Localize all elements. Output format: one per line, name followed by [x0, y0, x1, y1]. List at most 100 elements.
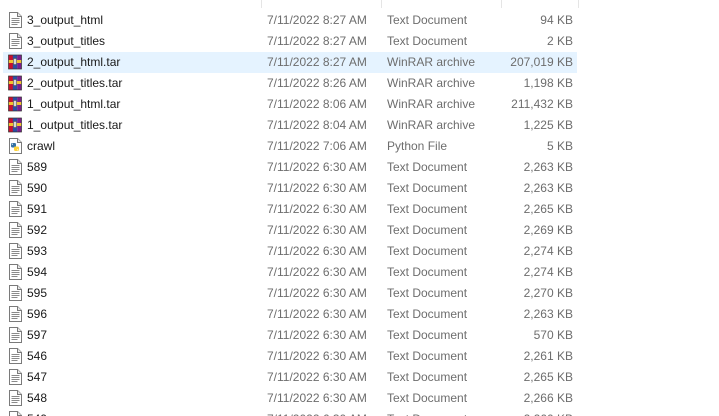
file-row[interactable]: 590 7/11/2022 6:30 AM Text Document 2,263 K…: [0, 178, 719, 199]
text-document-icon: [8, 201, 22, 217]
file-row[interactable]: 2_output_html.tar 7/11/2022 8:27 AM WinRAR…: [0, 52, 719, 73]
file-date-modified: 7/11/2022 6:30 AM: [267, 409, 367, 416]
file-type: Text Document: [387, 244, 468, 258]
file-type: WinRAR archive: [387, 55, 476, 69]
file-size: 211,432 KB: [511, 97, 573, 111]
file-name[interactable]: 589: [27, 157, 47, 178]
file-date-modified: 7/11/2022 8:04 AM: [267, 118, 367, 132]
text-document-icon: [8, 222, 22, 238]
file-row[interactable]: crawl 7/11/2022 7:06 AM Python File 5 KB: [0, 136, 719, 157]
file-type: Text Document: [387, 370, 468, 384]
file-row[interactable]: 3_output_html 7/11/2022 8:27 AM Text Docum…: [0, 10, 719, 31]
file-type: Text Document: [387, 160, 468, 174]
file-name[interactable]: 594: [27, 262, 47, 283]
file-type: Python File: [387, 139, 448, 153]
file-type: Text Document: [387, 349, 468, 363]
file-row[interactable]: 548 7/11/2022 6:30 AM Text Document 2,266 K…: [0, 388, 719, 409]
file-size: 2,274 KB: [523, 244, 573, 258]
file-type: Text Document: [387, 307, 468, 321]
file-date-modified: 7/11/2022 6:30 AM: [267, 265, 367, 279]
file-name[interactable]: 590: [27, 178, 47, 199]
file-date-modified: 7/11/2022 6:30 AM: [267, 223, 367, 237]
column-divider[interactable]: [381, 0, 382, 8]
file-row[interactable]: 592 7/11/2022 6:30 AM Text Document 2,269 K…: [0, 220, 719, 241]
file-row[interactable]: 1_output_html.tar 7/11/2022 8:06 AM WinRAR…: [0, 94, 719, 115]
winrar-archive-icon: [8, 54, 22, 70]
file-name[interactable]: 1_output_html.tar: [27, 94, 120, 115]
file-type: Text Document: [387, 286, 468, 300]
file-type: Text Document: [387, 202, 468, 216]
file-row[interactable]: 1_output_titles.tar 7/11/2022 8:04 AM WinR…: [0, 115, 719, 136]
file-type: Text Document: [387, 391, 468, 405]
file-name[interactable]: 547: [27, 367, 47, 388]
column-divider[interactable]: [261, 0, 262, 8]
file-date-modified: 7/11/2022 6:30 AM: [267, 370, 367, 384]
file-size: 2,261 KB: [523, 349, 573, 363]
file-name[interactable]: 596: [27, 304, 47, 325]
file-name[interactable]: 592: [27, 220, 47, 241]
file-date-modified: 7/11/2022 8:06 AM: [267, 97, 367, 111]
text-document-icon: [8, 12, 22, 28]
file-rows: 3_output_html 7/11/2022 8:27 AM Text Docum…: [0, 10, 719, 416]
file-row[interactable]: 597 7/11/2022 6:30 AM Text Document 570 KB: [0, 325, 719, 346]
file-size: 2,263 KB: [523, 181, 573, 195]
file-type: Text Document: [387, 328, 468, 342]
text-document-icon: [8, 369, 22, 385]
file-date-modified: 7/11/2022 6:30 AM: [267, 286, 367, 300]
file-type: WinRAR archive: [387, 118, 476, 132]
file-name[interactable]: 1_output_titles.tar: [27, 115, 122, 136]
file-date-modified: 7/11/2022 6:30 AM: [267, 181, 367, 195]
file-name[interactable]: 591: [27, 199, 47, 220]
python-file-icon: [8, 138, 22, 154]
file-row[interactable]: 546 7/11/2022 6:30 AM Text Document 2,261 K…: [0, 346, 719, 367]
column-divider[interactable]: [578, 0, 579, 8]
text-document-icon: [8, 285, 22, 301]
file-size: 2,269 KB: [523, 223, 573, 237]
file-row[interactable]: 549 7/11/2022 6:30 AM Text Document 2,260 K…: [0, 409, 719, 416]
file-name[interactable]: 549: [27, 409, 47, 416]
file-name[interactable]: crawl: [27, 136, 55, 157]
file-name[interactable]: 3_output_titles: [27, 31, 105, 52]
file-date-modified: 7/11/2022 8:27 AM: [267, 13, 367, 27]
file-row[interactable]: 594 7/11/2022 6:30 AM Text Document 2,274 K…: [0, 262, 719, 283]
winrar-archive-icon: [8, 96, 22, 112]
file-name[interactable]: 597: [27, 325, 47, 346]
file-size: 2 KB: [546, 34, 573, 48]
file-type: Text Document: [387, 409, 467, 416]
file-type: WinRAR archive: [387, 97, 476, 111]
file-row[interactable]: 593 7/11/2022 6:30 AM Text Document 2,274 K…: [0, 241, 719, 262]
file-name[interactable]: 548: [27, 388, 47, 409]
file-name[interactable]: 3_output_html: [27, 10, 103, 31]
file-row[interactable]: 2_output_titles.tar 7/11/2022 8:26 AM WinR…: [0, 73, 719, 94]
file-type: Text Document: [387, 265, 468, 279]
text-document-icon: [8, 33, 22, 49]
file-name[interactable]: 546: [27, 346, 47, 367]
file-row[interactable]: 595 7/11/2022 6:30 AM Text Document 2,270 K…: [0, 283, 719, 304]
text-document-icon: [8, 390, 22, 406]
file-list: 3_output_html 7/11/2022 8:27 AM Text Docum…: [0, 0, 719, 416]
file-size: 570 KB: [533, 328, 573, 342]
file-row[interactable]: 589 7/11/2022 6:30 AM Text Document 2,263 K…: [0, 157, 719, 178]
file-size: 207,019 KB: [510, 55, 573, 69]
file-name[interactable]: 2_output_titles.tar: [27, 73, 122, 94]
file-row[interactable]: 3_output_titles 7/11/2022 8:27 AM Text Doc…: [0, 31, 719, 52]
file-row[interactable]: 596 7/11/2022 6:30 AM Text Document 2,263 K…: [0, 304, 719, 325]
file-name[interactable]: 593: [27, 241, 47, 262]
file-row[interactable]: 547 7/11/2022 6:30 AM Text Document 2,265 K…: [0, 367, 719, 388]
file-size: 2,263 KB: [523, 307, 573, 321]
file-date-modified: 7/11/2022 8:26 AM: [267, 76, 367, 90]
file-name[interactable]: 2_output_html.tar: [27, 52, 120, 73]
file-name[interactable]: 595: [27, 283, 47, 304]
text-document-icon: [8, 411, 22, 416]
file-date-modified: 7/11/2022 6:30 AM: [267, 349, 367, 363]
file-size: 1,198 KB: [523, 76, 573, 90]
file-type: WinRAR archive: [387, 76, 476, 90]
file-row[interactable]: 591 7/11/2022 6:30 AM Text Document 2,265 K…: [0, 199, 719, 220]
file-date-modified: 7/11/2022 8:27 AM: [267, 55, 367, 69]
text-document-icon: [8, 180, 22, 196]
file-date-modified: 7/11/2022 6:30 AM: [267, 328, 367, 342]
file-date-modified: 7/11/2022 6:30 AM: [267, 244, 367, 258]
column-divider[interactable]: [501, 0, 502, 8]
winrar-archive-icon: [8, 75, 22, 91]
file-size: 2,266 KB: [523, 391, 573, 405]
